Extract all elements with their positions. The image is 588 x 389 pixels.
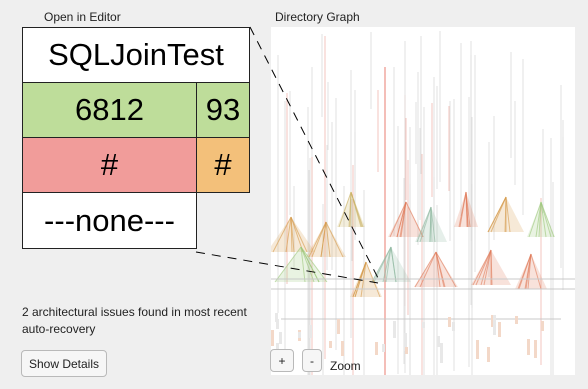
graph-node: [393, 321, 396, 338]
graph-node: [275, 313, 278, 322]
graph-node: [405, 347, 408, 354]
graph-node: [476, 340, 479, 359]
loc-cell: 6812: [22, 82, 197, 138]
graph-node: [493, 315, 496, 335]
status-cell: ---none---: [22, 192, 197, 249]
problem-cell-orange: #: [196, 137, 250, 193]
class-count-cell: 93: [196, 82, 250, 138]
graph-node: [534, 340, 537, 358]
graph-cluster: [388, 202, 424, 237]
class-name-cell: SQLJoinTest: [22, 27, 250, 83]
graph-node: [337, 319, 340, 334]
zoom-out-button[interactable]: -: [302, 349, 322, 372]
graph-node: [309, 325, 312, 338]
graph-node: [382, 344, 385, 352]
graph-cluster: [414, 252, 458, 287]
graph-node: [341, 341, 344, 356]
graph-node: [329, 341, 332, 348]
graph-node: [440, 343, 443, 363]
graph-node: [527, 339, 530, 355]
graph-node: [541, 321, 544, 331]
app-root: Open in Editor Directory Graph SQLJoinTe…: [0, 0, 588, 389]
directory-graph-canvas: [271, 31, 575, 375]
directory-graph[interactable]: [271, 27, 575, 375]
open-in-editor-link[interactable]: Open in Editor: [44, 10, 121, 24]
graph-node: [271, 330, 274, 346]
show-details-button[interactable]: Show Details: [21, 350, 107, 377]
graph-node: [448, 317, 451, 327]
graph-node: [279, 332, 282, 344]
graph-node: [515, 316, 518, 324]
graph-node: [487, 347, 490, 362]
graph-node: [375, 342, 378, 355]
graph-node: [298, 332, 301, 338]
problem-cell-red: #: [22, 137, 197, 193]
graph-node: [498, 322, 501, 337]
directory-graph-title: Directory Graph: [275, 10, 360, 24]
class-tile[interactable]: SQLJoinTest 6812 93 # # ---none---: [22, 27, 250, 253]
zoom-label: Zoom: [330, 359, 361, 373]
graph-node: [452, 322, 455, 331]
graph-node: [422, 322, 425, 328]
graph-node: [437, 336, 440, 347]
zoom-in-button[interactable]: +: [270, 349, 294, 372]
issues-message: 2 architectural issues found in most rec…: [22, 305, 247, 336]
